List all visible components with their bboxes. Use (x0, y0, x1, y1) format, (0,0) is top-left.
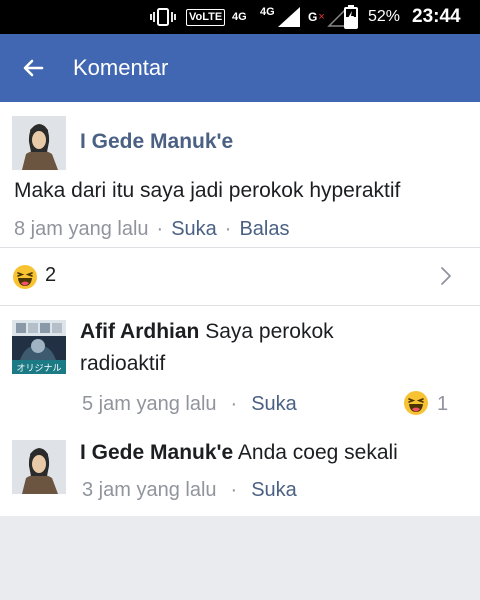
page-title: Komentar (73, 55, 169, 80)
main-comment: I Gede Manuk'e Maka dari itu saya jadi p… (0, 102, 480, 248)
vibrate-icon (150, 0, 176, 34)
svg-text:オリジナル: オリジナル (16, 363, 61, 374)
reply-time: 3 jam yang lalu (82, 479, 217, 501)
avatar[interactable]: オリジナル (12, 320, 66, 374)
like-button[interactable]: Suka (251, 479, 297, 501)
battery-icon (344, 0, 358, 34)
reply-author[interactable]: Afif Ardhian (80, 320, 199, 343)
separator: · (156, 218, 164, 240)
comment-text: Maka dari itu saya jadi perokok hyperakt… (14, 179, 401, 202)
app-bar: Komentar (0, 34, 480, 102)
reply-time: 5 jam yang lalu (82, 393, 217, 415)
reply-text-line2: radioaktif (80, 352, 166, 375)
separator: · (224, 218, 232, 240)
separator: · (230, 479, 238, 501)
avatar[interactable] (12, 116, 66, 170)
battery-percent: 52% (368, 8, 401, 25)
reaction-count: 2 (45, 264, 57, 286)
reply-meta: 5 jam yang lalu · Suka (82, 393, 297, 416)
network-type-1: 4G (232, 10, 247, 23)
reply-button[interactable]: Balas (239, 218, 289, 240)
reply-reaction-count: 1 (437, 393, 449, 415)
reply-text: Saya perokok (205, 320, 334, 343)
arrow-left-icon (23, 59, 44, 77)
signal-icon-2: G × (308, 0, 347, 34)
like-button[interactable]: Suka (171, 218, 217, 240)
status-bar: VoLTE 4G 4G G × 52% 23:44 (0, 0, 480, 34)
comment-meta: 8 jam yang lalu · Suka · Balas (14, 218, 290, 241)
haha-emoji-icon (404, 391, 428, 415)
volte-badge: VoLTE (186, 8, 226, 26)
replies-list: オリジナル Afif Ardhian Saya perokok radioakt… (0, 306, 480, 516)
reply-author[interactable]: I Gede Manuk'e (80, 441, 233, 464)
separator: · (230, 393, 238, 415)
avatar[interactable] (12, 440, 66, 494)
comment-time: 8 jam yang lalu (14, 218, 149, 240)
reply-body: Afif Ardhian Saya perokok (80, 317, 334, 347)
comment-author[interactable]: I Gede Manuk'e (80, 130, 233, 154)
clock: 23:44 (412, 6, 461, 27)
reply-meta: 3 jam yang lalu · Suka (82, 479, 297, 502)
back-button[interactable] (22, 52, 50, 84)
like-button[interactable]: Suka (251, 393, 297, 415)
svg-text:4G: 4G (260, 6, 275, 18)
reply-text: Anda coeg sekali (237, 441, 398, 464)
reply-body: I Gede Manuk'e Anda coeg sekali (80, 438, 398, 468)
haha-emoji-icon (13, 265, 37, 289)
chevron-right-icon[interactable] (438, 265, 454, 287)
reactions-bar[interactable]: 2 (0, 248, 480, 306)
signal-icon-1: 4G (258, 0, 304, 34)
